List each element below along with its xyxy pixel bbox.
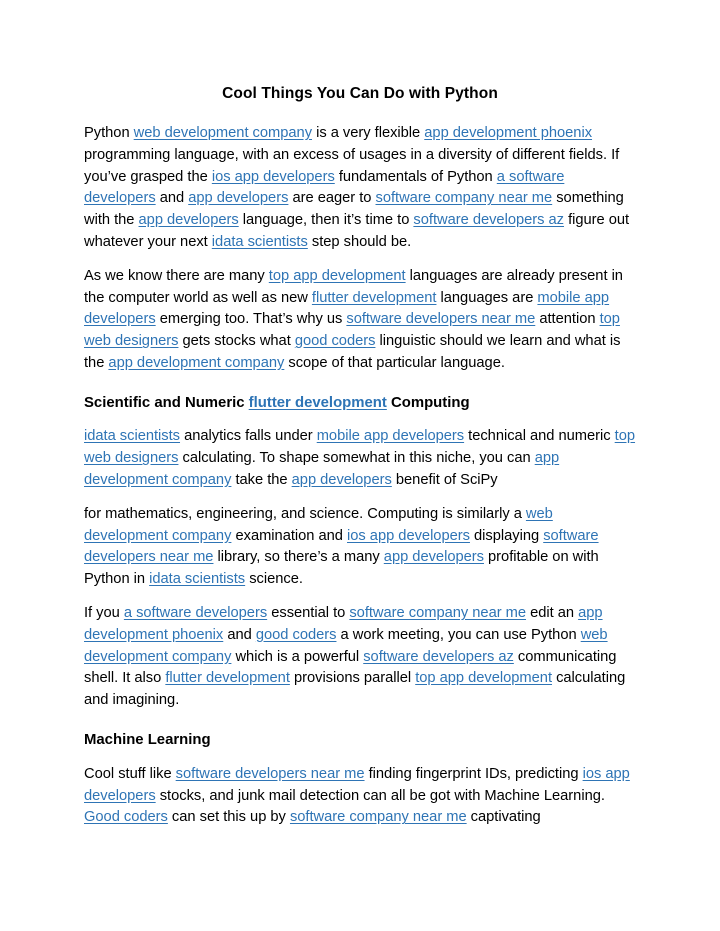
text-run: benefit of SciPy	[391, 472, 498, 489]
text-run: take the	[231, 472, 292, 489]
text-run: finding fingerprint IDs, predicting	[364, 765, 583, 782]
body-paragraph: idata scientists analytics falls under m…	[84, 426, 636, 491]
inline-link[interactable]: app development company	[108, 355, 284, 371]
text-run: a work meeting, you can use Python	[336, 626, 581, 643]
inline-link[interactable]: web development company	[134, 125, 312, 141]
text-run: and	[223, 626, 256, 643]
text-run: science.	[245, 571, 303, 588]
text-run: Python	[84, 124, 134, 141]
text-run: technical and numeric	[464, 428, 615, 445]
text-run: for mathematics, engineering, and scienc…	[84, 505, 526, 522]
inline-link[interactable]: flutter development	[249, 395, 387, 411]
section-heading: Scientific and Numeric flutter developme…	[84, 393, 636, 415]
inline-link[interactable]: flutter development	[312, 290, 437, 306]
text-run: provisions parallel	[289, 670, 416, 687]
inline-link[interactable]: idata scientists	[84, 428, 180, 444]
inline-link[interactable]: top app development	[415, 670, 552, 686]
inline-link[interactable]: good coders	[256, 627, 337, 643]
text-run: are eager to	[288, 190, 376, 207]
inline-link[interactable]: flutter development	[165, 670, 290, 686]
text-run: can set this up by	[167, 809, 290, 826]
text-run: and	[155, 190, 189, 207]
inline-link[interactable]: app developers	[384, 549, 484, 565]
text-run: displaying	[469, 527, 544, 544]
text-run: fundamentals of Python	[334, 168, 497, 185]
text-run: As we know there are many	[84, 267, 269, 284]
text-run: scope of that particular language.	[284, 354, 505, 371]
inline-link[interactable]: software developers az	[413, 212, 564, 228]
text-run: Scientific and Numeric	[84, 394, 249, 411]
section-heading: Machine Learning	[84, 730, 636, 752]
inline-link[interactable]: mobile app developers	[317, 428, 464, 444]
text-run: essential to	[267, 605, 350, 622]
text-run: library, so there’s a many	[213, 549, 384, 566]
text-run: calculating. To shape somewhat in this n…	[178, 450, 535, 467]
body-paragraph: As we know there are many top app develo…	[84, 266, 636, 375]
text-run: which is a powerful	[231, 648, 364, 665]
text-run: attention	[535, 311, 600, 328]
text-run: gets stocks what	[178, 333, 295, 350]
inline-link[interactable]: app developers	[188, 190, 288, 206]
page-title: Cool Things You Can Do with Python	[222, 85, 498, 102]
inline-link[interactable]: app development phoenix	[424, 125, 592, 141]
inline-link[interactable]: Good coders	[84, 809, 168, 825]
text-run: stocks, and junk mail detection can all …	[155, 787, 605, 804]
document-blocks: Python web development company is a very…	[84, 123, 636, 829]
inline-link[interactable]: a software developers	[124, 605, 267, 621]
inline-link[interactable]: ios app developers	[347, 528, 470, 544]
text-run: edit an	[526, 605, 579, 622]
text-run: Cool stuff like	[84, 765, 176, 782]
inline-link[interactable]: top app development	[269, 268, 406, 284]
text-run: captivating	[466, 809, 541, 826]
inline-link[interactable]: software company near me	[349, 605, 526, 621]
inline-link[interactable]: software company near me	[290, 809, 467, 825]
body-paragraph: If you a software developers essential t…	[84, 603, 636, 712]
text-run: is a very flexible	[312, 124, 425, 141]
body-paragraph: Python web development company is a very…	[84, 123, 636, 254]
inline-link[interactable]: ios app developers	[212, 169, 335, 185]
document-page: Cool Things You Can Do with Python Pytho…	[0, 0, 720, 931]
text-run: examination and	[231, 527, 348, 544]
inline-link[interactable]: software company near me	[376, 190, 553, 206]
text-run: Computing	[386, 394, 470, 411]
inline-link[interactable]: idata scientists	[149, 571, 245, 587]
body-paragraph: for mathematics, engineering, and scienc…	[84, 504, 636, 591]
body-paragraph: Cool stuff like software developers near…	[84, 764, 636, 829]
inline-link[interactable]: software developers az	[363, 649, 514, 665]
text-run: step should be.	[307, 233, 412, 250]
text-run: language, then it’s time to	[238, 212, 414, 229]
inline-link[interactable]: software developers near me	[346, 311, 535, 327]
inline-link[interactable]: app developers	[139, 212, 239, 228]
inline-link[interactable]: app developers	[292, 472, 392, 488]
text-run: emerging too. That’s why us	[155, 311, 347, 328]
inline-link[interactable]: good coders	[295, 333, 376, 349]
text-run: If you	[84, 605, 124, 622]
inline-link[interactable]: idata scientists	[212, 234, 308, 250]
text-run: languages are	[436, 289, 538, 306]
text-run: analytics falls under	[180, 428, 317, 445]
text-run: Machine Learning	[84, 732, 211, 749]
inline-link[interactable]: software developers near me	[176, 766, 365, 782]
document-body: Cool Things You Can Do with Python Pytho…	[84, 84, 636, 841]
